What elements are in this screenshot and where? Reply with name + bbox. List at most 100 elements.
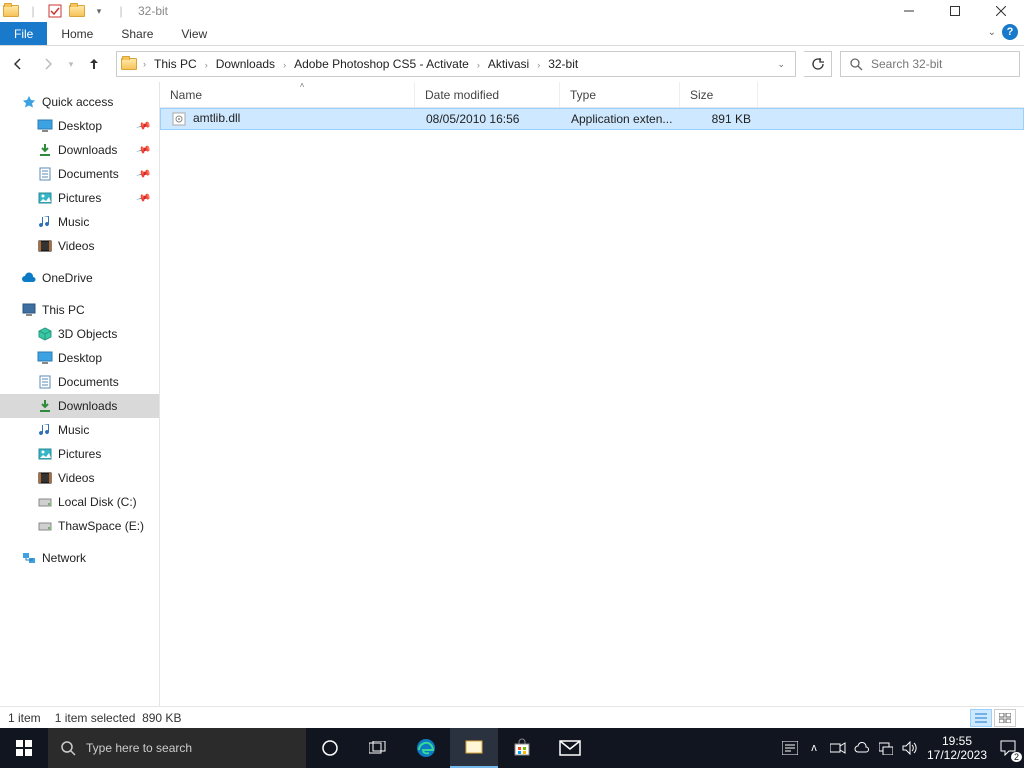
nav-network[interactable]: Network [0, 546, 159, 570]
qat-folder-icon[interactable] [66, 0, 88, 22]
taskbar-search[interactable]: Type here to search [48, 728, 306, 768]
desktop-icon [36, 119, 54, 133]
breadcrumb-caret[interactable]: › [201, 60, 212, 70]
pin-icon: 📌 [135, 190, 151, 206]
breadcrumb-32-bit[interactable]: 32-bit [544, 57, 582, 71]
view-icons-button[interactable] [994, 709, 1016, 727]
system-tray: ʌ 19:55 17/12/2023 2 [778, 728, 1024, 768]
pic-icon [36, 448, 54, 460]
tab-view[interactable]: View [167, 22, 221, 45]
breadcrumb-aktivasi[interactable]: Aktivasi [484, 57, 533, 71]
tray-volume-icon[interactable] [898, 728, 922, 768]
taskbar-app-mail[interactable] [546, 728, 594, 768]
minimize-button[interactable] [886, 0, 932, 22]
tray-news-icon[interactable] [778, 728, 802, 768]
taskbar-search-placeholder: Type here to search [86, 741, 192, 755]
breadcrumb-caret[interactable]: › [139, 59, 150, 69]
nav-pane: Quick accessDesktop📌Downloads📌Documents📌… [0, 82, 160, 706]
tray-overflow-icon[interactable]: ʌ [802, 728, 826, 768]
breadcrumb-caret[interactable]: › [533, 60, 544, 70]
nav-desktop[interactable]: Desktop📌 [0, 114, 159, 138]
nav-downloads[interactable]: Downloads📌 [0, 138, 159, 162]
nav-music[interactable]: Music [0, 210, 159, 234]
view-details-button[interactable] [970, 709, 992, 727]
onedrive-icon [20, 272, 38, 284]
taskbar-search-icon [60, 740, 76, 756]
tab-home[interactable]: Home [47, 22, 107, 45]
video-icon [36, 240, 54, 252]
tab-share[interactable]: Share [107, 22, 167, 45]
status-selected: 1 item selected 890 KB [55, 711, 182, 725]
content-pane: Name˄Date modifiedTypeSize amtlib.dll08/… [160, 82, 1024, 706]
column-size[interactable]: Size [680, 82, 758, 107]
pc-icon [20, 303, 38, 317]
nav-pictures[interactable]: Pictures📌 [0, 186, 159, 210]
tray-clock[interactable]: 19:55 17/12/2023 [922, 729, 992, 767]
task-view-button[interactable] [354, 728, 402, 768]
dll-icon [171, 111, 187, 127]
tray-network-icon[interactable] [874, 728, 898, 768]
column-date-modified[interactable]: Date modified [415, 82, 560, 107]
nav-local-disk-c-[interactable]: Local Disk (C:) [0, 490, 159, 514]
tray-meetnow-icon[interactable] [826, 728, 850, 768]
close-button[interactable] [978, 0, 1024, 22]
breadcrumb-adobe-photoshop-cs5-activate[interactable]: Adobe Photoshop CS5 - Activate [290, 57, 473, 71]
music-icon [36, 423, 54, 437]
quick-access-toolbar: | ▾ | [0, 0, 132, 22]
back-button[interactable] [4, 50, 32, 78]
sort-asc-icon: ˄ [300, 81, 305, 90]
nav-videos[interactable]: Videos [0, 466, 159, 490]
net-icon [20, 551, 38, 565]
tab-file[interactable]: File [0, 22, 47, 45]
nav-music[interactable]: Music [0, 418, 159, 442]
tray-notifications-icon[interactable]: 2 [992, 728, 1024, 768]
maximize-button[interactable] [932, 0, 978, 22]
nav-pictures[interactable]: Pictures [0, 442, 159, 466]
pin-icon: 📌 [135, 166, 151, 182]
file-row[interactable]: amtlib.dll08/05/2010 16:56Application ex… [160, 108, 1024, 130]
column-headers: Name˄Date modifiedTypeSize [160, 82, 1024, 108]
help-icon[interactable]: ? [1002, 24, 1018, 40]
start-button[interactable] [0, 728, 48, 768]
nav-onedrive[interactable]: OneDrive [0, 266, 159, 290]
tray-onedrive-icon[interactable] [850, 728, 874, 768]
breadcrumb-downloads[interactable]: Downloads [212, 57, 279, 71]
address-dropdown-icon[interactable]: ⌄ [769, 59, 793, 70]
nav-videos[interactable]: Videos [0, 234, 159, 258]
app-icon [0, 0, 22, 22]
taskbar-app-edge[interactable] [402, 728, 450, 768]
ribbon-collapse-icon[interactable]: ⌄ [988, 27, 996, 38]
qat-dropdown-icon[interactable]: ▾ [88, 0, 110, 22]
qat-sep2: | [110, 0, 132, 22]
nav-this-pc[interactable]: This PC [0, 298, 159, 322]
recent-dropdown-icon[interactable]: ▾ [64, 50, 78, 78]
tray-time: 19:55 [926, 734, 988, 748]
doc-icon [36, 375, 54, 389]
nav-thawspace-e-[interactable]: ThawSpace (E:) [0, 514, 159, 538]
up-button[interactable] [80, 50, 108, 78]
nav-documents[interactable]: Documents📌 [0, 162, 159, 186]
nav-desktop[interactable]: Desktop [0, 346, 159, 370]
column-type[interactable]: Type [560, 82, 680, 107]
qat-properties-icon[interactable] [44, 0, 66, 22]
breadcrumb-caret[interactable]: › [279, 60, 290, 70]
address-bar[interactable]: › This PC›Downloads›Adobe Photoshop CS5 … [116, 51, 796, 77]
column-name[interactable]: Name˄ [160, 82, 415, 107]
nav-quick-access[interactable]: Quick access [0, 90, 159, 114]
cortana-button[interactable] [306, 738, 354, 758]
breadcrumb-this-pc[interactable]: This PC [150, 57, 201, 71]
disk-icon [36, 496, 54, 508]
breadcrumb-caret[interactable]: › [473, 60, 484, 70]
download-icon [36, 399, 54, 413]
search-box[interactable]: Search 32-bit [840, 51, 1020, 77]
forward-button[interactable] [34, 50, 62, 78]
taskbar-app-store[interactable] [498, 728, 546, 768]
nav-3d-objects[interactable]: 3D Objects [0, 322, 159, 346]
qat-sep: | [22, 0, 44, 22]
nav-downloads[interactable]: Downloads [0, 394, 159, 418]
nav-documents[interactable]: Documents [0, 370, 159, 394]
search-placeholder: Search 32-bit [871, 57, 942, 71]
download-icon [36, 143, 54, 157]
taskbar-app-explorer[interactable] [450, 728, 498, 768]
refresh-button[interactable] [804, 51, 832, 77]
